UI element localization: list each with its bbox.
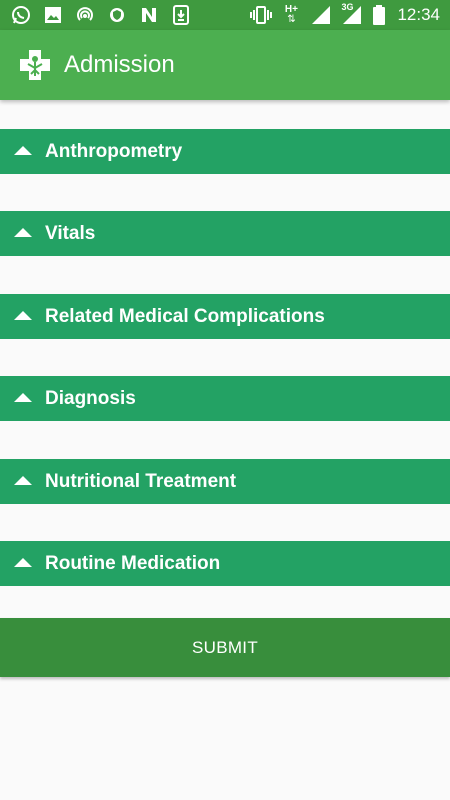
- section-diagnosis[interactable]: Diagnosis: [0, 376, 450, 421]
- collapse-arrow-icon: [14, 393, 32, 402]
- section-related-medical-complications[interactable]: Related Medical Complications: [0, 294, 450, 339]
- section-label: Nutritional Treatment: [45, 470, 237, 492]
- app-bar: Admission: [0, 30, 450, 100]
- hplus-data-icon: H+ ⇅: [284, 4, 298, 25]
- battery-icon: [372, 4, 386, 26]
- medical-cross-icon: [18, 48, 52, 82]
- section-routine-medication[interactable]: Routine Medication: [0, 541, 450, 586]
- section-vitals[interactable]: Vitals: [0, 211, 450, 256]
- section-label: Routine Medication: [45, 552, 221, 574]
- page-title: Admission: [64, 51, 175, 78]
- vpn-shield-icon: [106, 4, 128, 26]
- n-app-icon: [138, 4, 160, 26]
- status-bar: H+ ⇅ 3G 12:34: [0, 0, 450, 30]
- section-label: Anthropometry: [45, 140, 183, 162]
- submit-button[interactable]: SUBMIT: [0, 618, 450, 677]
- collapse-arrow-icon: [14, 558, 32, 567]
- signal-icon: [310, 4, 332, 26]
- section-anthropometry[interactable]: Anthropometry: [0, 129, 450, 174]
- status-right-icons: H+ ⇅ 3G 12:34: [250, 2, 440, 26]
- collapse-arrow-icon: [14, 311, 32, 320]
- 3g-signal-icon: 3G: [341, 2, 363, 26]
- download-icon: [170, 4, 192, 26]
- status-left-icons: [10, 4, 192, 26]
- image-icon: [42, 4, 64, 26]
- status-time: 12:34: [397, 5, 440, 24]
- section-label: Related Medical Complications: [45, 305, 325, 327]
- section-label: Diagnosis: [45, 387, 136, 409]
- submit-label: SUBMIT: [191, 637, 259, 657]
- section-nutritional-treatment[interactable]: Nutritional Treatment: [0, 459, 450, 504]
- collapse-arrow-icon: [14, 146, 32, 155]
- whatsapp-icon: [10, 4, 32, 26]
- collapse-arrow-icon: [14, 476, 32, 485]
- collapse-arrow-icon: [14, 228, 32, 237]
- network-label: 3G: [341, 2, 354, 12]
- section-label: Vitals: [45, 222, 96, 244]
- vibrate-icon: [250, 4, 273, 26]
- hotspot-icon: [74, 4, 96, 26]
